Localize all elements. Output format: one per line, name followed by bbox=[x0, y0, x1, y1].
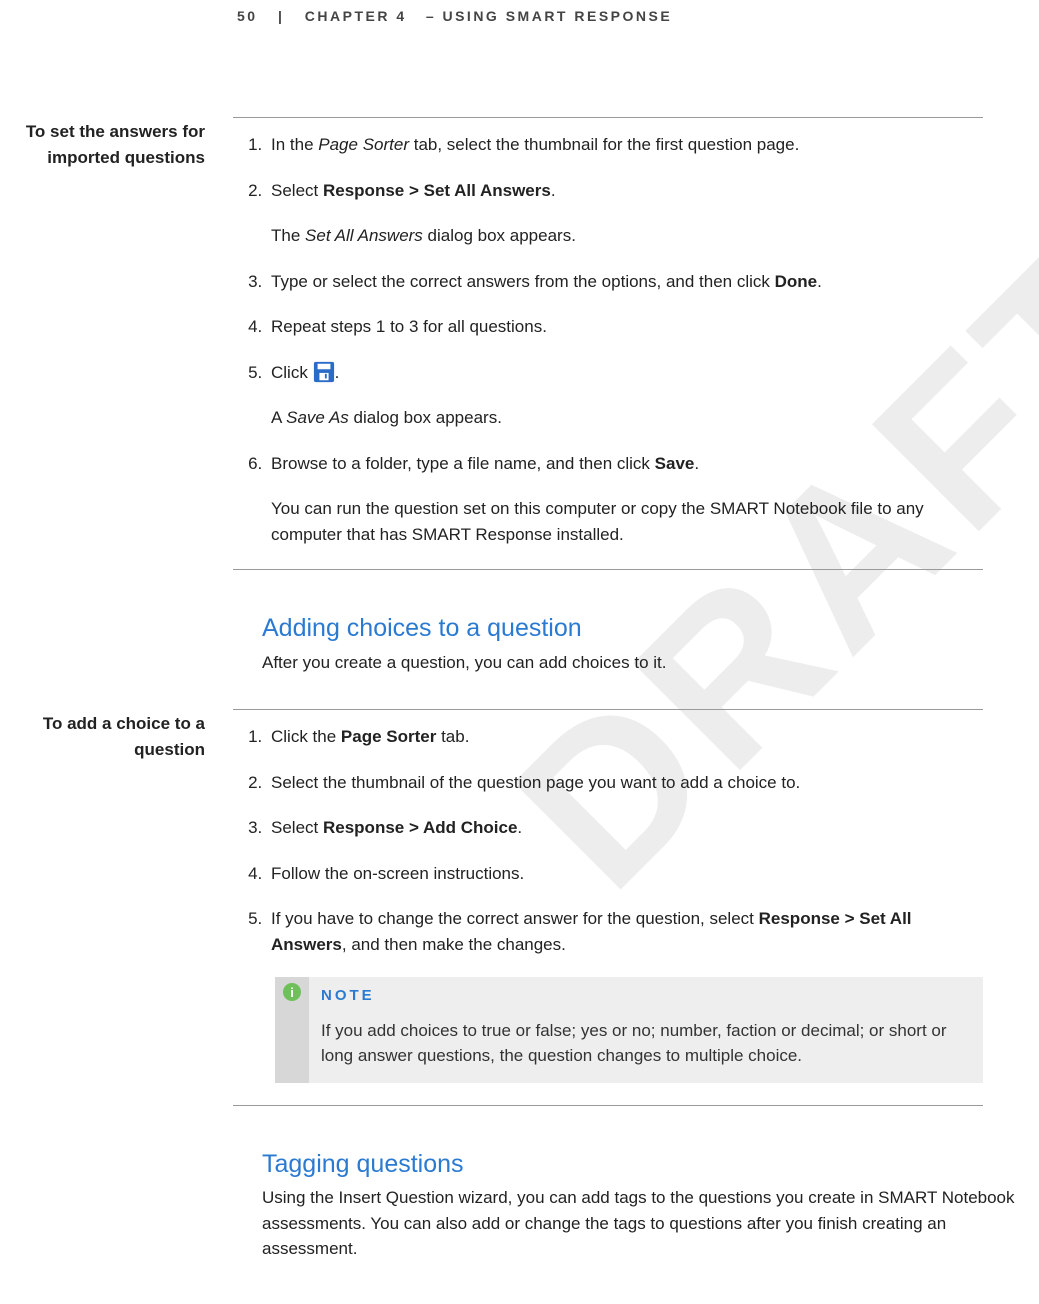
info-icon: i bbox=[283, 983, 301, 1001]
step: Type or select the correct answers from … bbox=[267, 269, 983, 295]
step: If you have to change the correct answer… bbox=[267, 906, 983, 1083]
step: Browse to a folder, type a file name, an… bbox=[267, 451, 983, 548]
note-body: If you add choices to true or false; yes… bbox=[321, 1018, 969, 1069]
heading-tagging: Tagging questions bbox=[262, 1146, 1019, 1184]
chapter-label: CHAPTER 4 bbox=[305, 8, 407, 24]
divider bbox=[233, 1105, 983, 1106]
step: Click . A Save As dialog box appears. bbox=[267, 360, 983, 431]
chapter-title: – USING SMART RESPONSE bbox=[426, 8, 672, 24]
note-label: NOTE bbox=[321, 985, 969, 1008]
step: In the Page Sorter tab, select the thumb… bbox=[267, 132, 983, 158]
page-header: 50 | CHAPTER 4 – USING SMART RESPONSE bbox=[0, 0, 1039, 27]
page-number: 50 bbox=[237, 8, 258, 24]
save-icon bbox=[313, 361, 335, 383]
divider bbox=[233, 709, 983, 710]
note-box: i NOTE If you add choices to true or fal… bbox=[275, 977, 983, 1083]
side-heading-add-choice: To add a choice to a question bbox=[0, 709, 233, 1146]
heading-adding-choices: Adding choices to a question bbox=[262, 610, 1019, 648]
steps-add-choice: Click the Page Sorter tab. Select the th… bbox=[233, 724, 983, 1083]
step: Follow the on-screen instructions. bbox=[267, 861, 983, 887]
step: Select the thumbnail of the question pag… bbox=[267, 770, 983, 796]
step: Select Response > Add Choice. bbox=[267, 815, 983, 841]
divider bbox=[233, 569, 983, 570]
step: Click the Page Sorter tab. bbox=[267, 724, 983, 750]
steps-set-answers: In the Page Sorter tab, select the thumb… bbox=[233, 132, 983, 547]
heading-adding-choices-sub: After you create a question, you can add… bbox=[262, 650, 1019, 676]
heading-tagging-sub: Using the Insert Question wizard, you ca… bbox=[262, 1185, 1019, 1262]
step: Repeat steps 1 to 3 for all questions. bbox=[267, 314, 983, 340]
step: Select Response > Set All Answers. The S… bbox=[267, 178, 983, 249]
divider bbox=[233, 117, 983, 118]
side-heading-set-answers: To set the answers for imported question… bbox=[0, 117, 233, 610]
